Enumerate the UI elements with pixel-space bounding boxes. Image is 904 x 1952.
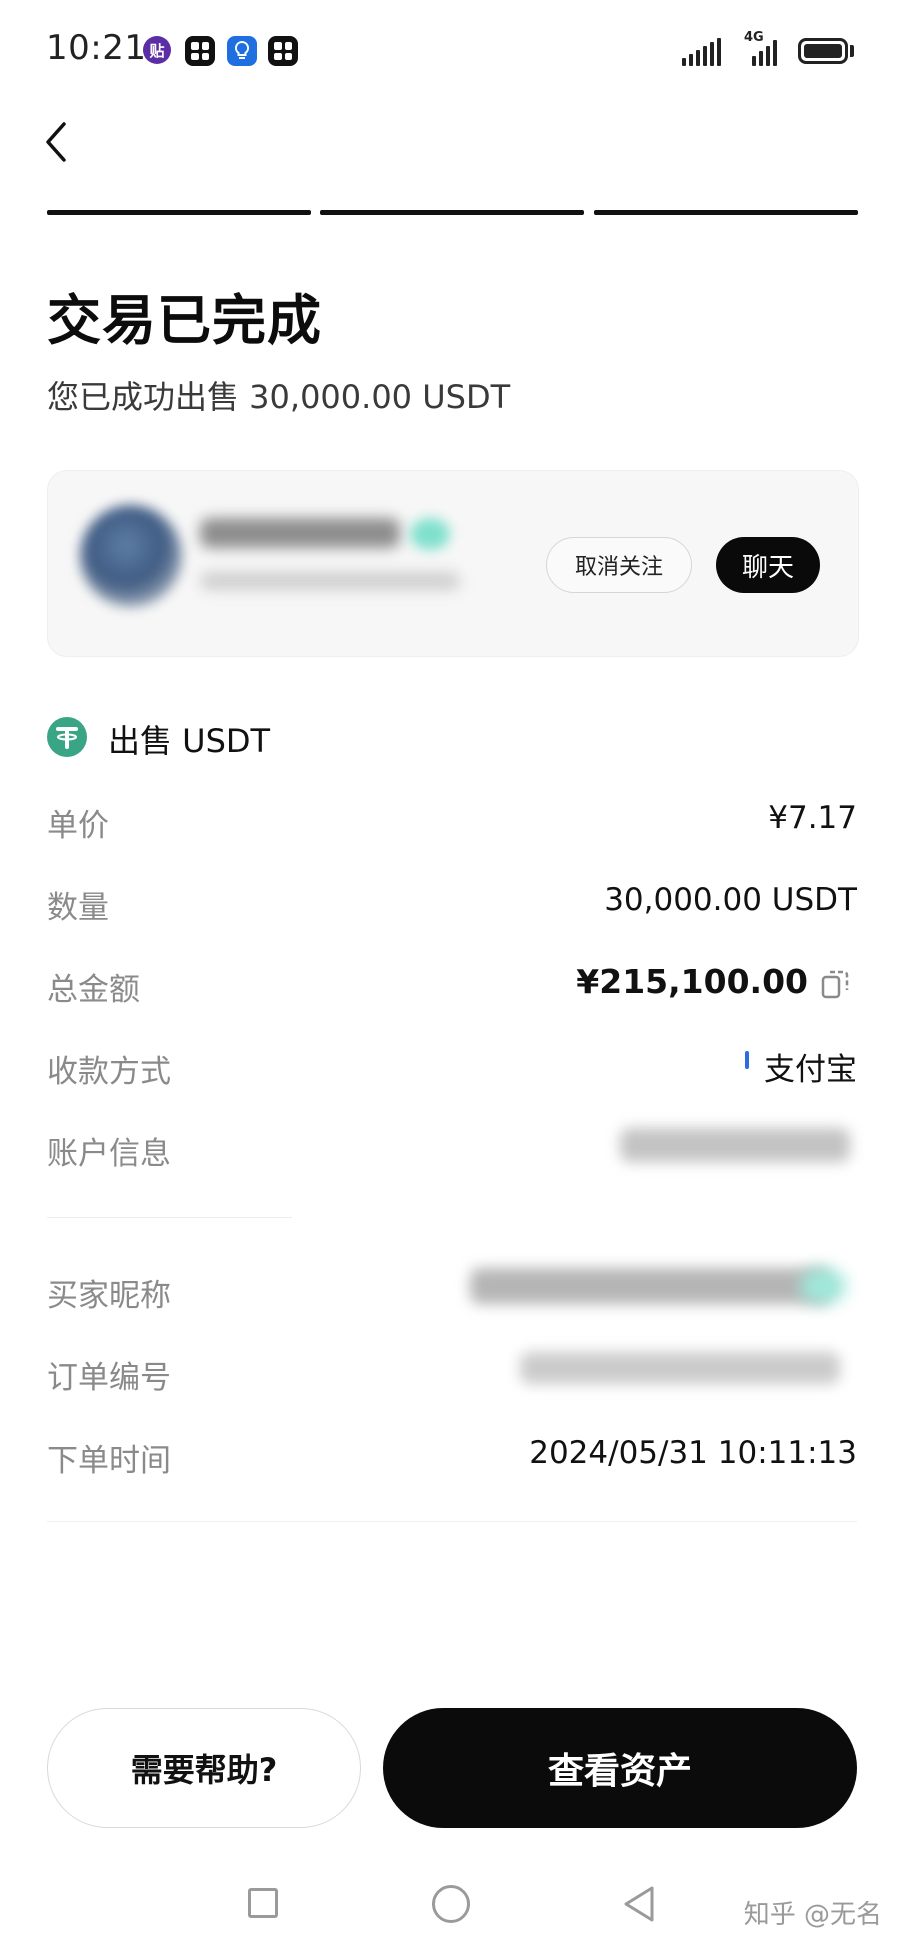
unit-price-label: 单价 [47,808,109,844]
unit-price-value: ¥7.17 [768,800,857,836]
order-time-label: 下单时间 [47,1443,171,1479]
help-button[interactable]: 需要帮助? [47,1708,361,1828]
app-grid-icon [185,36,215,66]
counterparty-name-redacted [200,518,400,548]
back-triangle-icon[interactable] [620,1884,656,1924]
tether-icon [47,717,87,757]
tieba-icon: 贴 [143,36,171,64]
chat-button[interactable]: 聊天 [716,537,820,593]
order-number-label: 订单编号 [47,1360,171,1396]
section-divider [47,1217,292,1218]
chevron-left-icon [46,122,66,162]
view-assets-button[interactable]: 查看资产 [383,1708,857,1828]
unfollow-button[interactable]: 取消关注 [546,537,692,593]
account-info-label: 账户信息 [47,1136,171,1172]
signal-strength-icon [752,36,777,66]
battery-tip [850,45,854,57]
total-amount-label: 总金额 [47,972,140,1008]
buyer-nickname-redacted [470,1268,830,1304]
total-amount-value: ¥215,100.00 [576,962,808,1001]
verified-badge-icon [410,518,450,550]
back-button[interactable] [40,118,80,166]
progress-step-2 [320,210,584,215]
page-title: 交易已完成 [47,289,322,352]
recent-apps-icon[interactable] [248,1888,278,1918]
payment-method-value: 支付宝 [764,1052,857,1088]
order-number-redacted [520,1352,840,1384]
signal-strength-icon [682,36,721,66]
avatar[interactable] [80,505,182,607]
copy-icon[interactable] [820,968,850,1000]
buyer-nickname-label: 买家昵称 [47,1278,171,1314]
account-info-redacted [620,1128,850,1162]
battery-icon [798,38,848,64]
page-subtitle: 您已成功出售 30,000.00 USDT [47,378,511,416]
bulb-app-icon [227,36,257,66]
app-grid-icon [268,36,298,66]
quantity-value: 30,000.00 USDT [604,882,857,918]
progress-step-3 [594,210,858,215]
alipay-indicator [745,1051,749,1069]
buyer-badge-icon [800,1268,846,1304]
quantity-label: 数量 [47,890,109,926]
counterparty-stats-redacted [200,572,460,590]
progress-step-1 [47,210,311,215]
status-time: 10:21 [46,28,147,68]
watermark: 知乎 @无名 [743,1900,882,1930]
asset-label: 出售 USDT [108,722,271,760]
section-divider [47,1521,857,1522]
order-time-value: 2024/05/31 10:11:13 [529,1435,857,1471]
payment-method-label: 收款方式 [47,1054,171,1090]
home-icon[interactable] [432,1885,470,1923]
